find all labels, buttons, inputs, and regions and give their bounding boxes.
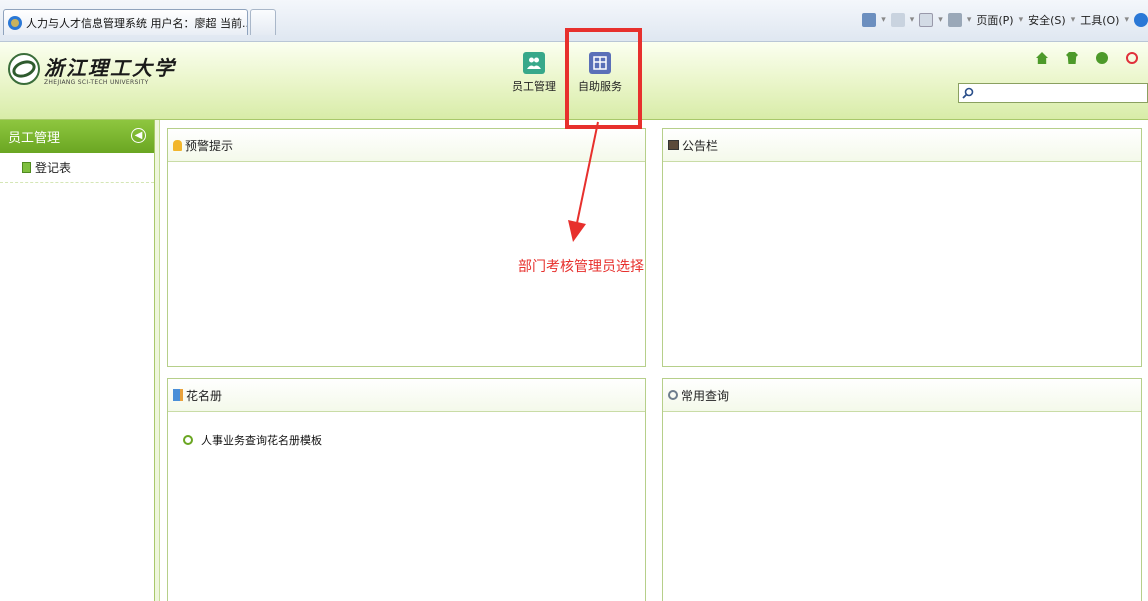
feeds-icon[interactable] (890, 13, 905, 27)
sidebar-splitter[interactable] (155, 120, 160, 601)
document-icon (22, 162, 31, 173)
power-icon[interactable] (1126, 52, 1138, 64)
board-icon (668, 140, 679, 150)
header-tools (1036, 52, 1138, 64)
panel-title: 花名册 (186, 388, 223, 403)
command-bar: ▾ ▾ ▾ ▾ 页面(P) ▾ 安全(S) ▾ 工具(O) ▾ (862, 12, 1148, 28)
list-item[interactable]: 人事业务查询花名册模板 (183, 432, 645, 448)
annotation-arrow (568, 121, 599, 242)
module-label: 员工管理 (512, 80, 556, 93)
safety-menu[interactable]: 安全(S) (1028, 12, 1066, 28)
panel-title: 常用查询 (681, 388, 730, 403)
home-icon[interactable] (862, 13, 877, 27)
sidebar-item-label: 登记表 (35, 161, 72, 175)
roster-template-link[interactable]: 人事业务查询花名册模板 (201, 432, 322, 448)
magnifier-icon (668, 390, 678, 400)
sidebar-item-registration[interactable]: 登记表 (0, 153, 154, 183)
help-icon[interactable] (1134, 13, 1148, 27)
search-field[interactable] (958, 83, 1148, 103)
notice-panel: 公告栏 (662, 128, 1142, 367)
university-seal-icon (8, 53, 40, 85)
print-icon[interactable] (947, 13, 962, 27)
sidebar-title: 员工管理 (8, 131, 61, 146)
tools-menu[interactable]: 工具(O) (1080, 12, 1119, 28)
mail-icon[interactable] (919, 13, 934, 27)
logo-chinese-name: 浙江理工大学 (44, 56, 176, 80)
bell-icon (173, 139, 182, 151)
highlight-box (565, 28, 642, 129)
browser-tab-title: 人力与人才信息管理系统 用户名：廖超 当前... (26, 16, 248, 30)
search-icon (962, 87, 974, 99)
collapse-icon[interactable]: ◀ (131, 128, 146, 143)
roster-panel: 花名册 人事业务查询花名册模板 (167, 378, 646, 601)
panel-title: 预警提示 (185, 138, 234, 153)
panel-title: 公告栏 (682, 138, 719, 153)
page-menu[interactable]: 页面(P) (976, 12, 1013, 28)
book-icon (173, 389, 183, 401)
sidebar-header: 员工管理 ◀ (0, 120, 154, 153)
shirt-icon[interactable] (1066, 52, 1078, 64)
query-panel: 常用查询 (662, 378, 1142, 601)
browser-tab[interactable]: 人力与人才信息管理系统 用户名：廖超 当前... (3, 9, 248, 35)
sidebar: 员工管理 ◀ 登记表 (0, 120, 155, 601)
users-icon (523, 52, 545, 74)
module-staff-management[interactable]: 员工管理 (504, 52, 564, 94)
annotation-text: 部门考核管理员选择 (518, 259, 644, 275)
settings-icon[interactable] (1096, 52, 1108, 64)
ie-icon (8, 15, 22, 30)
university-logo: 浙江理工大学 ZHEJIANG SCI-TECH UNIVERSITY (8, 52, 176, 86)
home-icon[interactable] (1036, 52, 1048, 64)
search-input[interactable] (978, 85, 1138, 101)
bullet-icon (183, 435, 193, 445)
new-tab-button[interactable] (250, 9, 276, 35)
